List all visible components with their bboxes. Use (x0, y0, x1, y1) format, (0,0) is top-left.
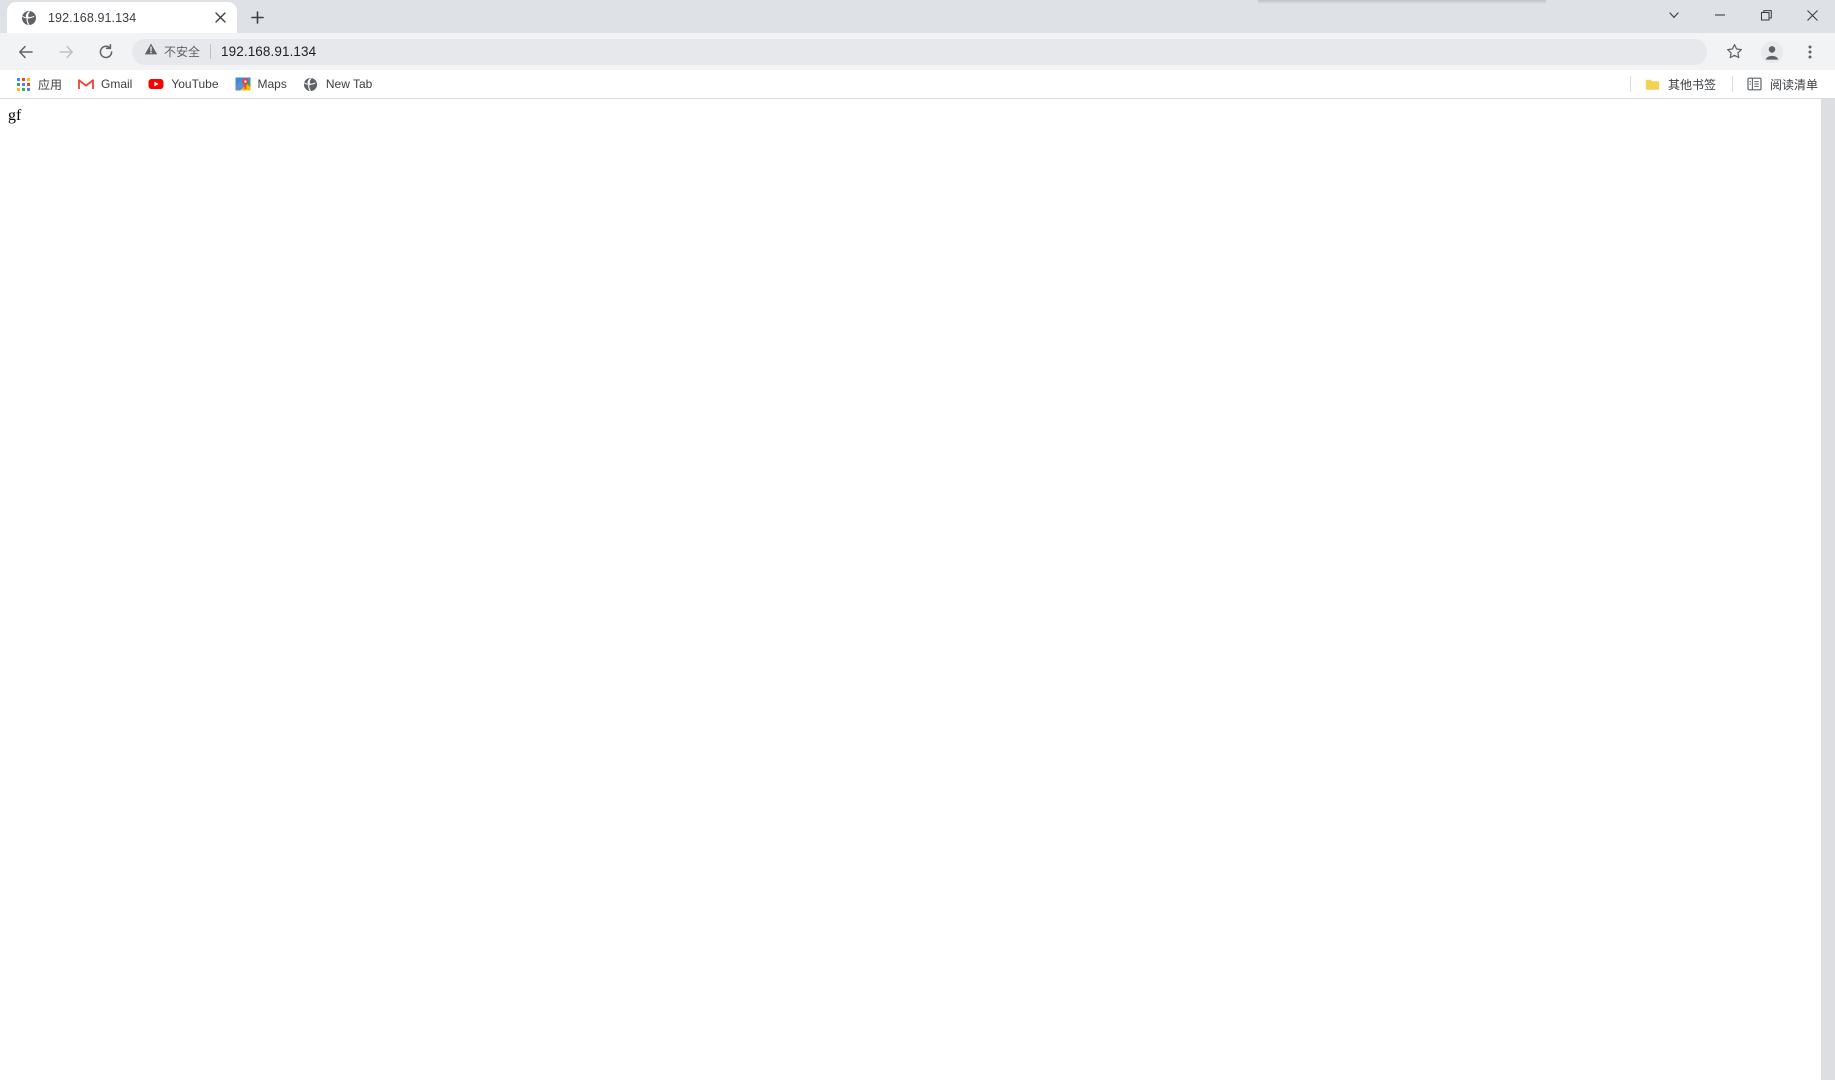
maps-icon (235, 76, 251, 92)
apps-grid-icon (15, 76, 31, 92)
browser-window: 192.168.91.134 不安全 192.168.91.134 应用 Gma… (0, 0, 1835, 1080)
address-bar[interactable]: 不安全 192.168.91.134 (132, 38, 1707, 65)
url-text: 192.168.91.134 (221, 44, 317, 59)
reading-list-button[interactable]: 阅读清单 (1740, 73, 1825, 95)
globe-icon (303, 76, 319, 92)
bookmark-gmail[interactable]: Gmail (71, 73, 139, 95)
security-status-chip[interactable]: 不安全 (144, 42, 200, 61)
browser-toolbar: 不安全 192.168.91.134 (0, 33, 1835, 70)
page-body-text: gf (8, 107, 22, 124)
other-bookmarks-label: 其他书签 (1667, 77, 1716, 92)
bookmark-apps[interactable]: 应用 (8, 73, 69, 95)
back-button[interactable] (11, 37, 41, 67)
window-controls (1651, 0, 1835, 33)
bookmarks-separator (1629, 76, 1631, 92)
close-icon[interactable] (208, 6, 232, 30)
browser-tab[interactable]: 192.168.91.134 (7, 2, 237, 33)
page-content: gf (0, 99, 1835, 1080)
bookmark-star-icon[interactable] (1719, 37, 1749, 67)
minimize-button[interactable] (1697, 0, 1743, 30)
warning-triangle-icon (144, 42, 158, 61)
new-tab-button[interactable] (243, 3, 271, 31)
maximize-restore-button[interactable] (1743, 0, 1789, 30)
bookmark-youtube[interactable]: YouTube (141, 73, 225, 95)
tab-title: 192.168.91.134 (48, 10, 137, 25)
profile-avatar[interactable] (1757, 37, 1787, 67)
bookmarks-separator (1731, 76, 1733, 92)
tab-strip: 192.168.91.134 (0, 0, 1835, 33)
reload-button[interactable] (91, 37, 121, 67)
folder-icon (1645, 76, 1661, 92)
youtube-icon (148, 76, 164, 92)
bookmark-label: Maps (257, 77, 287, 91)
reading-list-label: 阅读清单 (1769, 77, 1818, 92)
window-right-edge (1821, 99, 1835, 1080)
page-viewport: gf (0, 99, 1835, 1080)
tabstrip-empty-area (271, 32, 1651, 33)
omnibox-divider (210, 44, 212, 59)
reading-list-icon (1747, 76, 1763, 92)
close-window-button[interactable] (1789, 0, 1835, 30)
forward-button[interactable] (51, 37, 81, 67)
bookmark-label: New Tab (325, 77, 373, 91)
gmail-icon (78, 76, 94, 92)
other-bookmarks-folder[interactable]: 其他书签 (1638, 73, 1723, 95)
bookmark-label: Gmail (101, 77, 133, 91)
bookmark-new-tab[interactable]: New Tab (296, 73, 379, 95)
bookmark-label: 应用 (38, 77, 63, 92)
globe-icon (21, 10, 37, 26)
bookmark-label: YouTube (171, 77, 219, 91)
bookmark-maps[interactable]: Maps (228, 73, 294, 95)
window-drag-region (1258, 0, 1546, 4)
tab-search-button[interactable] (1651, 0, 1697, 30)
bookmarks-bar: 应用 Gmail YouTube Maps New Tab 其他书签 阅读清单 (0, 70, 1835, 99)
browser-menu-button[interactable] (1795, 37, 1825, 67)
security-status-text: 不安全 (164, 45, 201, 59)
